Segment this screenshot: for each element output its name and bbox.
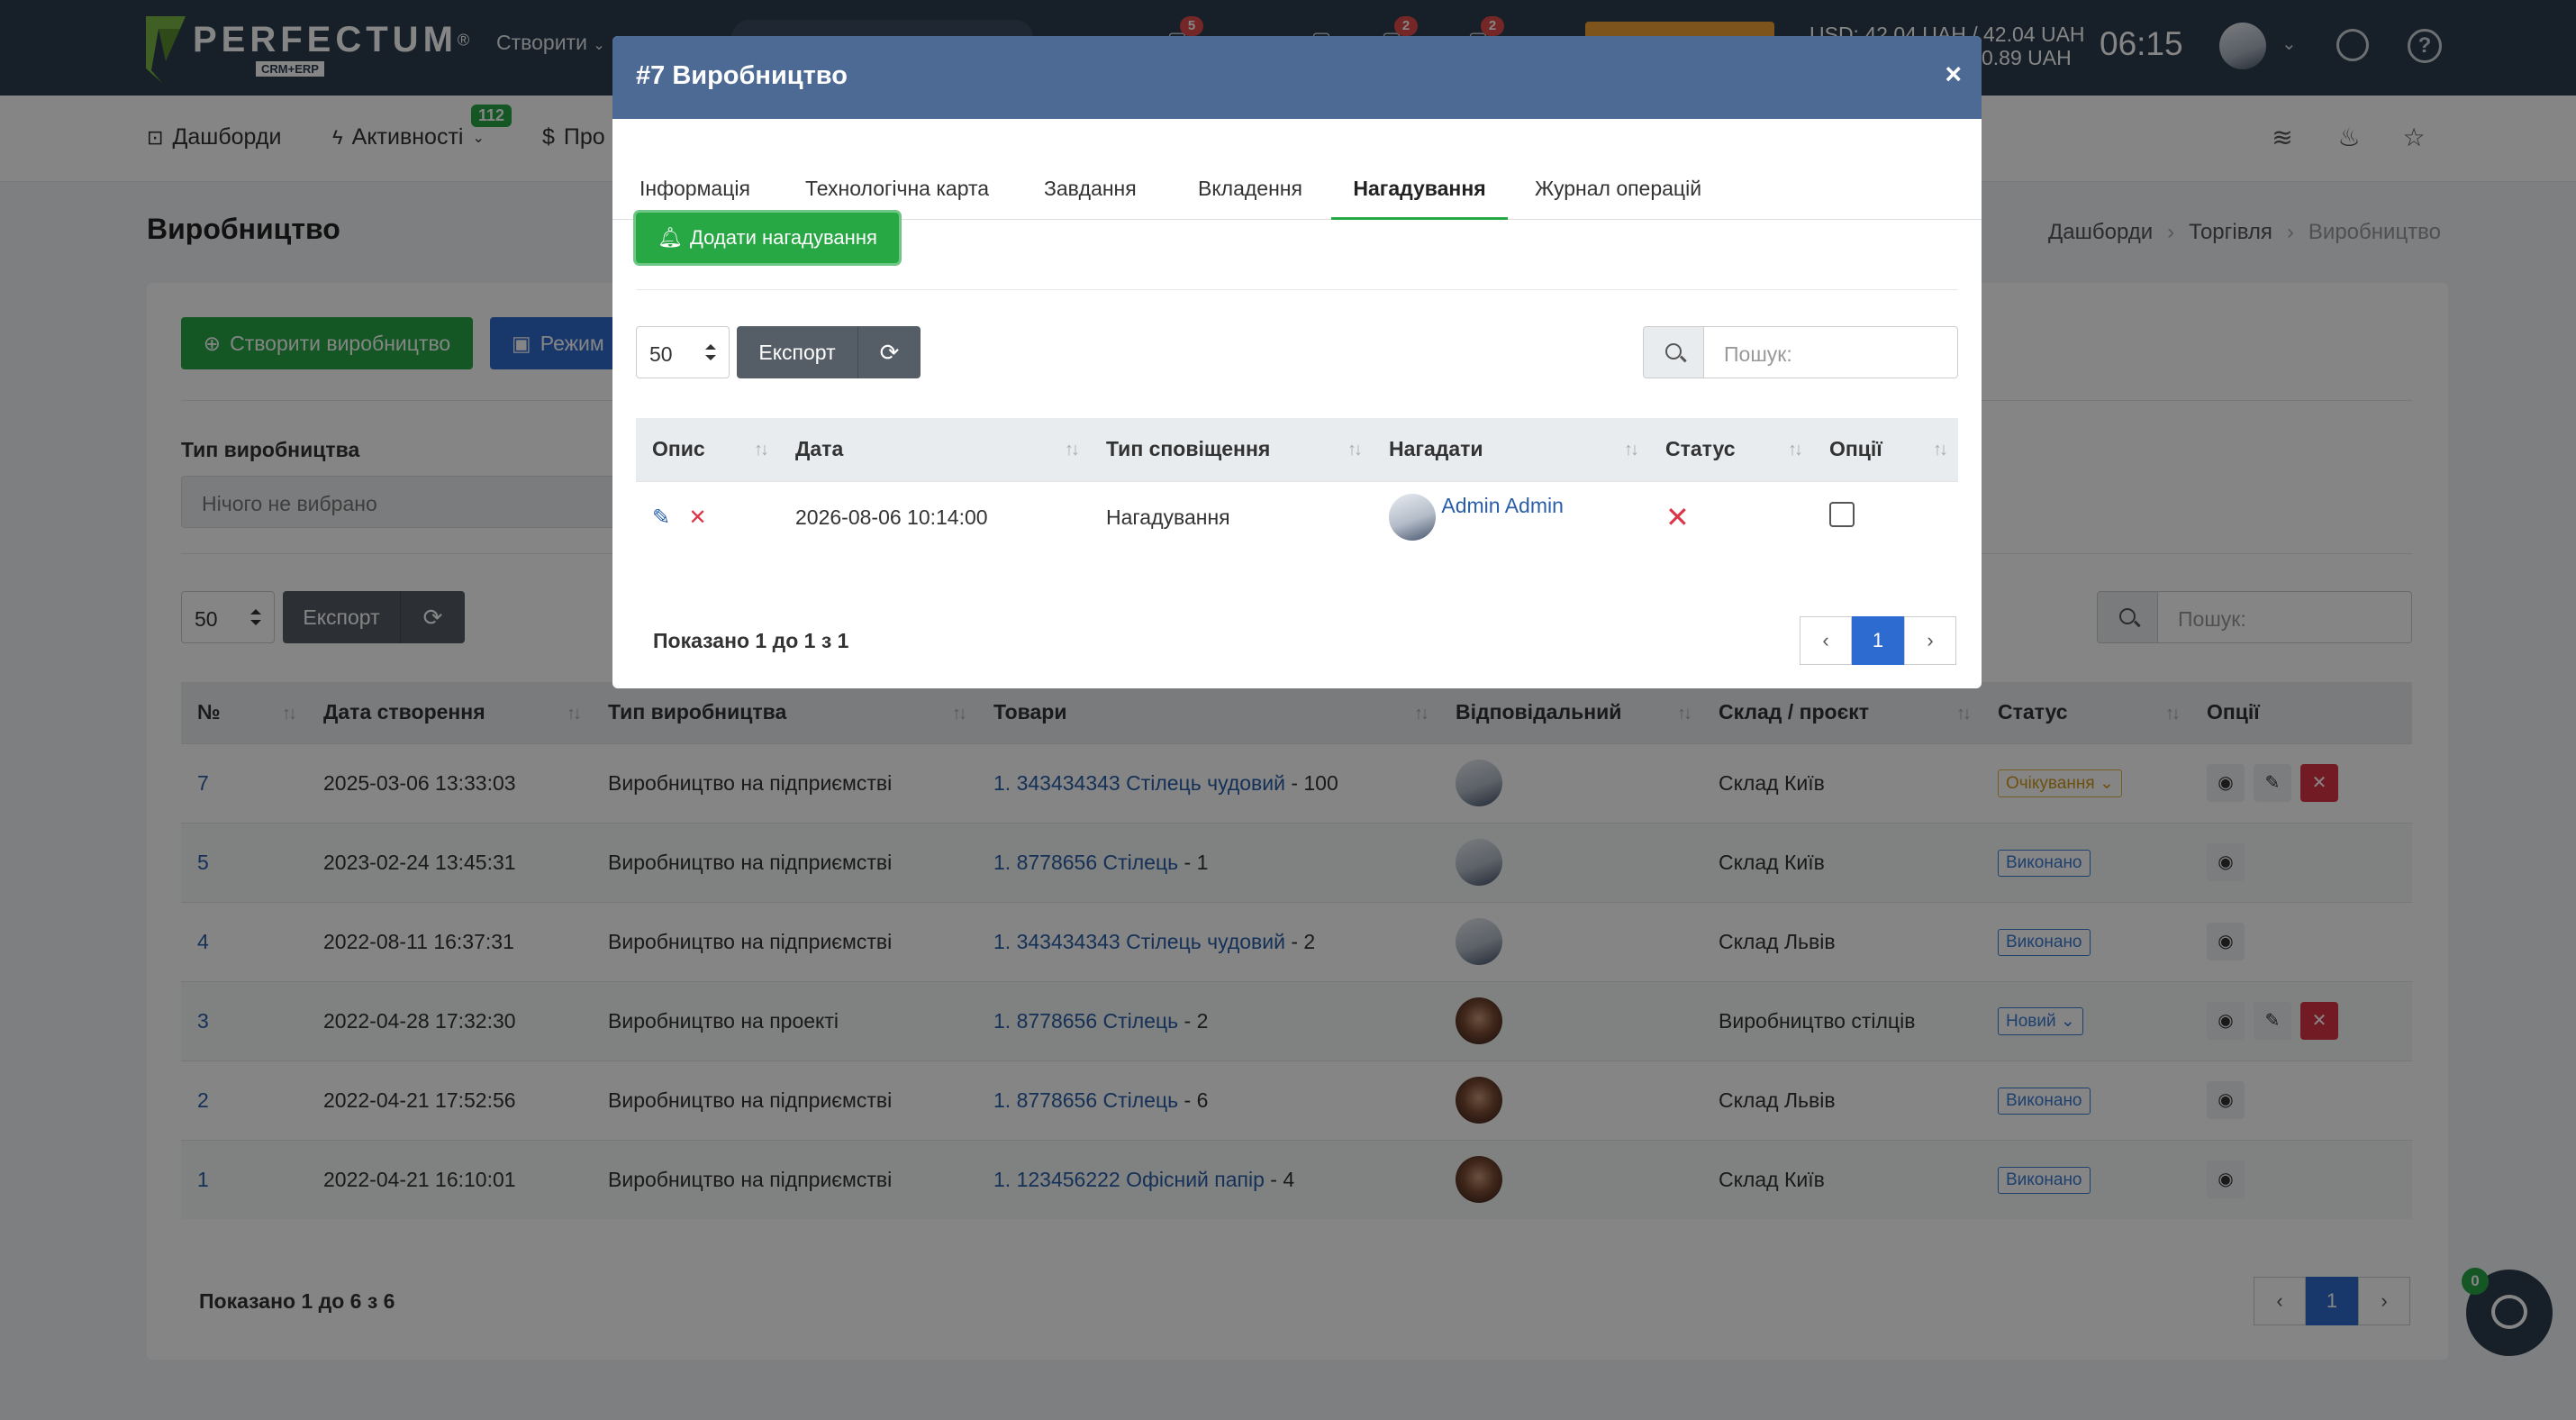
column-header-label: Статус <box>1665 437 1736 461</box>
refresh-icon[interactable]: ⟳ <box>857 326 921 378</box>
divider <box>636 289 1958 290</box>
table-row: ✎ ✕ 2026-08-06 10:14:00 Нагадування Admi… <box>636 480 1958 553</box>
column-header-label: Нагадати <box>1389 437 1483 461</box>
modal-title: #7 Виробництво <box>636 61 848 90</box>
column-header[interactable]: Опис ↑↓ <box>636 418 779 481</box>
search-input[interactable]: Пошук: <box>1704 326 1958 378</box>
sort-icon: ↑↓ <box>1788 440 1803 460</box>
table-info: Показано 1 до 1 з 1 <box>653 629 849 652</box>
sort-icon: ↑↓ <box>1065 440 1080 460</box>
column-header[interactable]: Статус ↑↓ <box>1649 418 1813 481</box>
person-link[interactable]: Admin Admin <box>1441 494 1564 517</box>
column-header[interactable]: Тип сповіщення ↑↓ <box>1090 418 1373 481</box>
avatar <box>1389 494 1436 542</box>
status-cell: ✕ <box>1649 480 1813 553</box>
column-header-label: Опції <box>1829 437 1882 461</box>
sort-icon: ↑↓ <box>1933 440 1948 460</box>
bell-icon: 🔔︎ <box>658 226 684 249</box>
page-size-select[interactable]: 50 <box>636 326 730 378</box>
delete-icon[interactable]: ✕ <box>689 505 707 530</box>
status-cross-icon: ✕ <box>1665 501 1690 534</box>
column-header-label: Тип сповіщення <box>1106 437 1271 461</box>
production-modal: #7 Виробництво × Інформація Технологічна… <box>612 36 1982 688</box>
tab-attachments[interactable]: Вкладення <box>1198 177 1302 241</box>
tab-reminders[interactable]: Нагадування <box>1331 177 1508 220</box>
column-header-label: Дата <box>795 437 844 461</box>
modal-header: #7 Виробництво × <box>612 36 1982 119</box>
column-header[interactable]: Нагадати ↑↓ <box>1373 418 1649 481</box>
options-cell <box>1813 480 1958 553</box>
tab-operations-log[interactable]: Журнал операцій <box>1535 177 1701 241</box>
search-icon <box>1643 326 1704 378</box>
pagination: ‹ 1 › <box>1800 616 1956 665</box>
column-header-label: Опис <box>652 437 705 461</box>
sort-icon: ↑↓ <box>1624 440 1639 460</box>
tab-tasks[interactable]: Завдання <box>1044 177 1137 241</box>
modal-search: Пошук: <box>1643 326 1958 378</box>
next-page-button[interactable]: › <box>1904 616 1956 665</box>
reminders-table: Опис ↑↓ Дата ↑↓ Тип сповіщення ↑↓ Нагадати ↑… <box>636 418 1958 553</box>
date-cell: 2026-08-06 10:14:00 <box>779 480 1090 553</box>
checkbox[interactable] <box>1829 502 1855 528</box>
sort-icon: ↑↓ <box>754 440 769 460</box>
prev-page-button[interactable]: ‹ <box>1800 616 1852 665</box>
sort-icon: ↑↓ <box>1347 440 1363 460</box>
column-header[interactable]: Опції ↑↓ <box>1813 418 1958 481</box>
column-header[interactable]: Дата ↑↓ <box>779 418 1090 481</box>
close-icon[interactable]: × <box>1945 58 1962 91</box>
person-cell: Admin Admin <box>1373 480 1649 553</box>
add-reminder-label: Додати нагадування <box>690 226 877 249</box>
modal-tabs: Інформація Технологічна карта Завдання В… <box>612 119 1982 220</box>
add-reminder-button[interactable]: 🔔︎ Додати нагадування <box>636 213 899 263</box>
edit-icon[interactable]: ✎ <box>652 505 670 530</box>
description-cell: ✎ ✕ <box>636 480 779 553</box>
type-cell: Нагадування <box>1090 480 1373 553</box>
export-button[interactable]: Експорт <box>737 326 857 378</box>
page-button[interactable]: 1 <box>1852 616 1904 665</box>
